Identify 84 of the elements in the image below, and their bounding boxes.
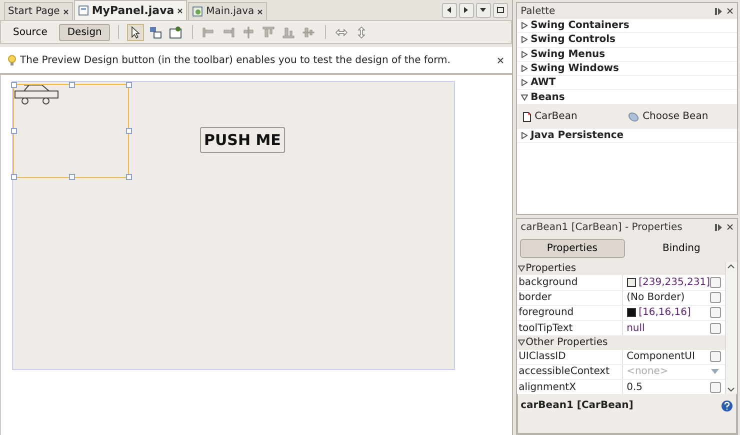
- resize-handle[interactable]: [11, 128, 17, 134]
- collapsed-arrow-icon[interactable]: [520, 36, 528, 44]
- editor-tab[interactable]: Main.java: [188, 2, 268, 20]
- resize-handle[interactable]: [68, 82, 74, 88]
- left-arrow-icon: [446, 7, 452, 13]
- dropdown-button[interactable]: [476, 2, 491, 18]
- close-icon[interactable]: [177, 8, 184, 14]
- close-icon[interactable]: [62, 8, 69, 14]
- push-me-button[interactable]: PUSH ME: [200, 127, 285, 153]
- cursor-icon[interactable]: [126, 24, 144, 40]
- property-value[interactable]: null: [622, 322, 710, 334]
- form-file-icon: [78, 5, 89, 16]
- property-section[interactable]: Other Properties: [516, 336, 725, 350]
- panel-title: carBean1 [CarBean] - Properties: [520, 222, 684, 232]
- lightbulb-icon: [8, 54, 16, 66]
- palette-category[interactable]: Java Persistence: [516, 128, 737, 144]
- palette-category[interactable]: AWT: [516, 76, 737, 90]
- property-value[interactable]: (No Border): [622, 292, 710, 304]
- palette-category[interactable]: Swing Windows: [516, 62, 737, 76]
- close-icon[interactable]: [727, 224, 733, 230]
- collapsed-arrow-icon[interactable]: [520, 79, 528, 86]
- editor-tab[interactable]: Start Page: [4, 2, 73, 20]
- collapsed-arrow-icon[interactable]: [520, 65, 528, 72]
- palette-category[interactable]: Swing Containers: [516, 19, 737, 34]
- car-drawing[interactable]: [14, 83, 59, 105]
- close-icon[interactable]: [727, 8, 733, 14]
- hint-text: The Preview Design button (in the toolbar) enables you to test the design of the form.: [20, 54, 452, 66]
- right-arrow-icon: [464, 7, 469, 13]
- editor-tab[interactable]: MyPanel.java: [74, 0, 188, 20]
- ellipsis-button[interactable]: [710, 307, 721, 318]
- collapsed-arrow-icon[interactable]: [520, 50, 528, 58]
- maximize-button[interactable]: [492, 2, 508, 18]
- property-name: toolTipText: [516, 320, 623, 336]
- properties-tab[interactable]: Binding: [628, 239, 734, 258]
- palette-category[interactable]: Swing Menus: [516, 48, 737, 62]
- property-name: foreground: [516, 306, 623, 320]
- property-value[interactable]: ComponentUI: [622, 351, 710, 362]
- close-icon[interactable]: [496, 56, 504, 64]
- collapsed-arrow-icon[interactable]: [520, 22, 528, 30]
- ellipsis-button[interactable]: [710, 351, 721, 362]
- expanded-arrow-icon[interactable]: [518, 339, 525, 346]
- dock-icon[interactable]: [715, 8, 723, 14]
- close-icon[interactable]: [257, 8, 264, 14]
- ellipsis-button[interactable]: [710, 382, 721, 392]
- view-mode-button[interactable]: Source: [5, 24, 56, 40]
- resize-handle[interactable]: [126, 128, 132, 134]
- selected-component-name: carBean1 [CarBean]: [520, 400, 634, 411]
- scrollbar[interactable]: [725, 262, 737, 394]
- maximize-icon: [496, 7, 504, 13]
- property-value[interactable]: [16,16,16]: [622, 307, 710, 318]
- scroll-right-button[interactable]: [458, 2, 474, 18]
- ellipsis-button[interactable]: [710, 322, 721, 334]
- property-value[interactable]: 0.5: [622, 382, 710, 392]
- property-value[interactable]: [239,235,231]: [622, 276, 710, 288]
- collapsed-arrow-icon[interactable]: [520, 132, 528, 139]
- file-icon: [522, 112, 531, 122]
- property-name: border: [516, 290, 623, 305]
- properties-tab[interactable]: Properties: [520, 239, 625, 258]
- property-section[interactable]: Properties: [516, 262, 725, 276]
- palette-item[interactable]: Choose Bean: [628, 111, 733, 122]
- preview-icon[interactable]: [168, 24, 184, 40]
- resize-handle[interactable]: [126, 82, 132, 88]
- bean-icon: [628, 112, 639, 122]
- ellipsis-button[interactable]: [710, 292, 721, 304]
- view-mode-button[interactable]: Design: [59, 24, 110, 40]
- resize-handle[interactable]: [11, 174, 17, 180]
- property-name: accessibleContext: [516, 364, 623, 379]
- resize-handle[interactable]: [126, 174, 132, 180]
- property-name: background: [516, 275, 623, 290]
- palette-category[interactable]: Swing Controls: [516, 33, 737, 48]
- expanded-arrow-icon[interactable]: [518, 265, 525, 272]
- help-icon[interactable]: [721, 400, 733, 412]
- dock-icon[interactable]: [715, 224, 723, 230]
- resize-handle[interactable]: [11, 82, 17, 88]
- palette-item[interactable]: CarBean: [522, 111, 628, 122]
- expanded-arrow-icon[interactable]: [520, 94, 528, 101]
- scroll-left-button[interactable]: [442, 2, 457, 18]
- resize-handle[interactable]: [68, 174, 74, 180]
- ellipsis-button[interactable]: [710, 276, 721, 288]
- panel-title: Palette: [520, 6, 556, 16]
- property-name: UIClassID: [516, 350, 623, 364]
- down-arrow-icon: [480, 8, 486, 12]
- connection-icon[interactable]: [148, 24, 164, 40]
- class-file-icon: [192, 6, 204, 17]
